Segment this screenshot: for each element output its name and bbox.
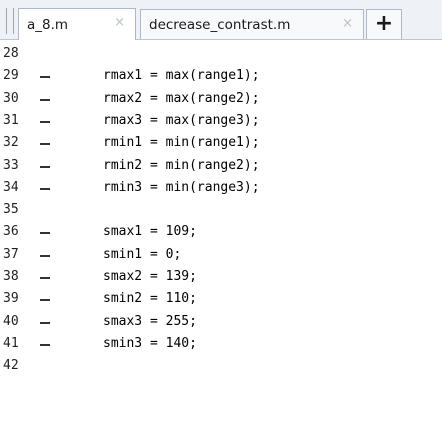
line-number: 28 bbox=[3, 46, 19, 61]
line-number: 36 bbox=[3, 224, 19, 240]
breakpoint-marker[interactable] bbox=[40, 311, 52, 333]
breakpoint-marker[interactable] bbox=[40, 110, 52, 132]
close-tab-icon[interactable]: × bbox=[114, 15, 125, 30]
line-number: 38 bbox=[3, 269, 19, 284]
line-number: 42 bbox=[3, 358, 19, 374]
line-number: 39 bbox=[3, 291, 19, 307]
code-text: rmax2 = max(range2); bbox=[103, 90, 260, 106]
code-text: rmax3 = max(range3); bbox=[103, 112, 260, 128]
breakpoint-marker[interactable] bbox=[40, 333, 52, 355]
new-tab-button[interactable]: + bbox=[366, 9, 402, 39]
code-line[interactable]: 42 bbox=[0, 355, 442, 377]
breakpoint-marker[interactable] bbox=[40, 221, 52, 243]
code-line[interactable]: 38 smax2 = 139; bbox=[0, 266, 442, 288]
tab-label: a_8.m bbox=[27, 16, 69, 33]
code-line[interactable]: 30 rmax2 = max(range2); bbox=[0, 88, 442, 110]
breakpoint-marker[interactable] bbox=[40, 155, 52, 177]
line-number: 31 bbox=[3, 112, 19, 128]
code-text: smin2 = 110; bbox=[103, 291, 197, 307]
line-number: 40 bbox=[3, 313, 19, 329]
code-text: smin1 = 0; bbox=[103, 246, 182, 262]
line-number: 37 bbox=[3, 246, 19, 262]
breakpoint-marker[interactable] bbox=[40, 88, 52, 110]
line-number: 41 bbox=[3, 335, 19, 351]
code-text: rmin1 = min(range1); bbox=[103, 135, 260, 151]
line-number: 32 bbox=[3, 135, 19, 151]
breakpoint-marker[interactable] bbox=[40, 288, 52, 310]
tab-bar-grip[interactable] bbox=[6, 8, 14, 34]
line-number: 33 bbox=[3, 157, 19, 173]
code-text: smin3 = 140; bbox=[103, 335, 197, 351]
code-text: rmax1 = max(range1); bbox=[103, 68, 260, 84]
code-line[interactable]: 39 smin2 = 110; bbox=[0, 288, 442, 310]
tab-decrease-contrast-m[interactable]: decrease_contrast.m × bbox=[140, 9, 364, 39]
breakpoint-marker[interactable] bbox=[40, 244, 52, 266]
code-editor[interactable]: 28 29 rmax1 = max(range1); 30 rmax2 = max(ra… bbox=[0, 41, 442, 447]
editor-tab-bar: a_8.m × decrease_contrast.m × + bbox=[0, 0, 442, 40]
tab-a-8-m[interactable]: a_8.m × bbox=[18, 8, 136, 40]
code-line[interactable]: 36 smax1 = 109; bbox=[0, 221, 442, 243]
code-line[interactable]: 29 rmax1 = max(range1); bbox=[0, 65, 442, 87]
code-line[interactable]: 35 bbox=[0, 199, 442, 221]
code-line[interactable]: 37 smin1 = 0; bbox=[0, 244, 442, 266]
code-line[interactable]: 33 rmin2 = min(range2); bbox=[0, 155, 442, 177]
code-text: smax1 = 109; bbox=[103, 224, 197, 240]
line-number: 35 bbox=[3, 202, 19, 218]
line-number: 30 bbox=[3, 90, 19, 106]
code-text: smax3 = 255; bbox=[103, 313, 197, 329]
close-tab-icon[interactable]: × bbox=[342, 16, 353, 31]
code-text: rmin3 = min(range3); bbox=[103, 179, 260, 195]
tab-label: decrease_contrast.m bbox=[149, 16, 291, 33]
code-line[interactable]: 32 rmin1 = min(range1); bbox=[0, 132, 442, 154]
breakpoint-marker[interactable] bbox=[40, 65, 52, 87]
breakpoint-marker[interactable] bbox=[40, 266, 52, 288]
line-number: 29 bbox=[3, 68, 19, 84]
line-number: 34 bbox=[3, 179, 19, 195]
code-text: rmin2 = min(range2); bbox=[103, 157, 260, 173]
code-line[interactable]: 40 smax3 = 255; bbox=[0, 311, 442, 333]
breakpoint-marker[interactable] bbox=[40, 177, 52, 199]
code-line[interactable]: 31 rmax3 = max(range3); bbox=[0, 110, 442, 132]
code-line[interactable]: 34 rmin3 = min(range3); bbox=[0, 177, 442, 199]
code-text: smax2 = 139; bbox=[103, 269, 197, 284]
code-line[interactable]: 41 smin3 = 140; bbox=[0, 333, 442, 355]
breakpoint-marker[interactable] bbox=[40, 132, 52, 154]
code-line[interactable]: 28 bbox=[0, 43, 442, 65]
